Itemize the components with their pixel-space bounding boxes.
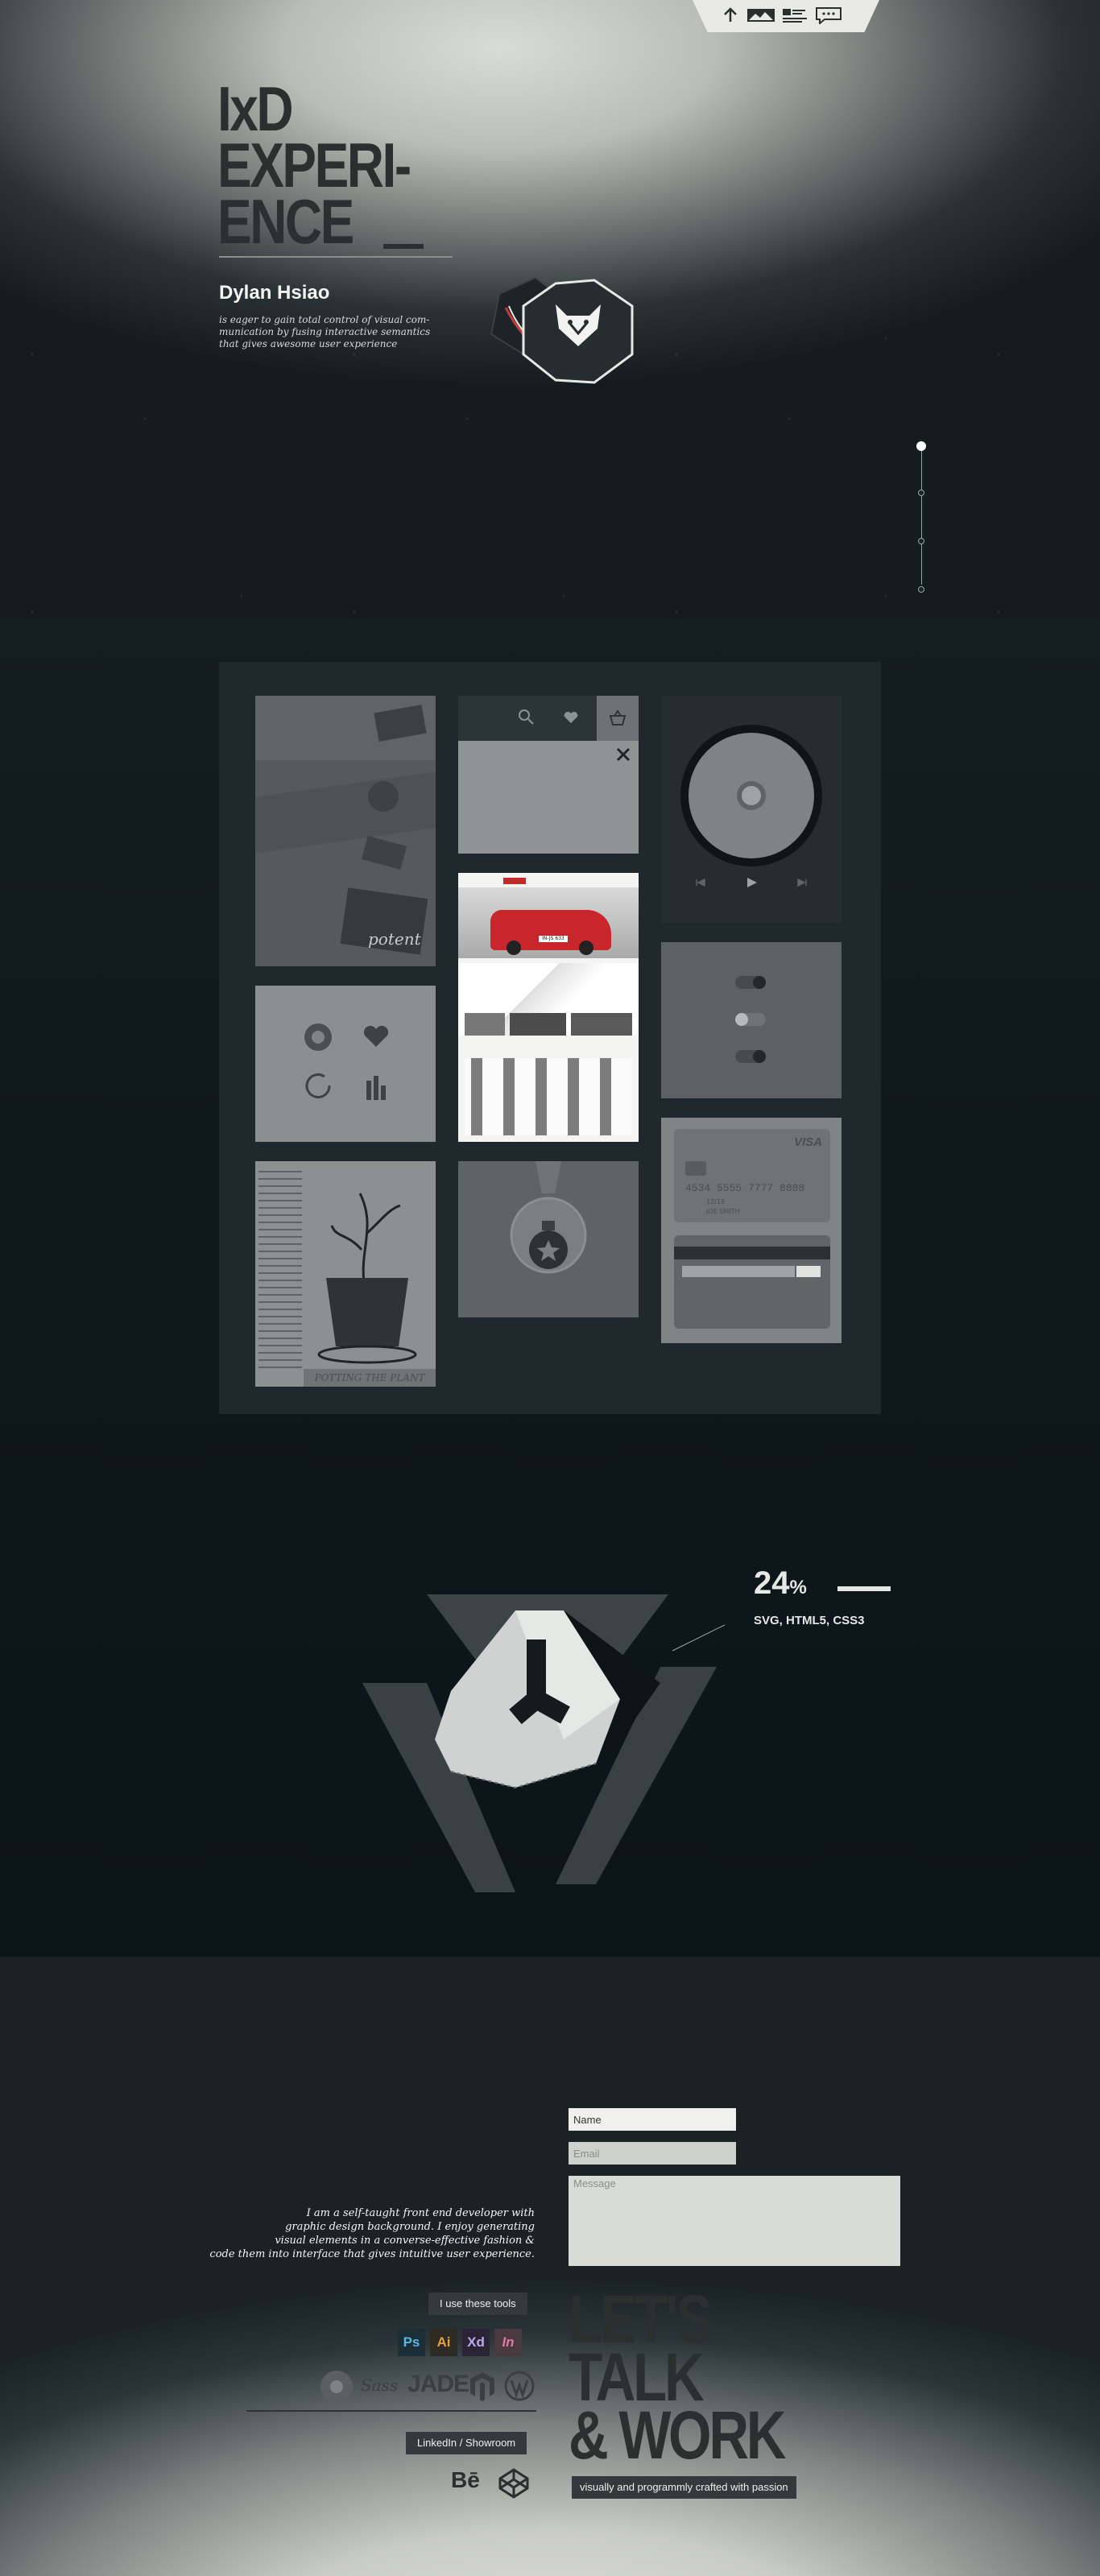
tools-divider: [246, 2410, 536, 2412]
keystone-icon[interactable]: [320, 2371, 353, 2403]
wordpress-icon[interactable]: [504, 2371, 535, 2401]
license-plate: IN-JS 633: [539, 936, 568, 942]
behance-icon[interactable]: Bē: [451, 2467, 480, 2493]
illustrator-icon[interactable]: Ai: [430, 2329, 457, 2356]
tech-stack-label: SVG, HTML5, CSS3: [754, 1614, 865, 1627]
top-nav: [693, 0, 879, 32]
cta-line: & WORK: [569, 2397, 787, 2473]
message-field[interactable]: [569, 2176, 900, 2266]
title-line: EXPERI-: [217, 130, 411, 201]
card-brand: VISA: [793, 1135, 822, 1149]
percent-stat: 24%: [754, 1565, 891, 1602]
indesign-icon[interactable]: In: [494, 2329, 522, 2356]
basket-icon: [609, 709, 627, 726]
percent-value: 24: [754, 1565, 790, 1601]
scroll-dot-4[interactable]: [918, 586, 924, 593]
percent-unit: %: [789, 1577, 807, 1598]
card-back: [674, 1235, 830, 1329]
title-underline: [219, 256, 453, 258]
magento-icon[interactable]: [469, 2371, 496, 2401]
search-icon: [519, 709, 534, 725]
card-valid: 12/18: [706, 1198, 726, 1205]
profile-card-icon[interactable]: [781, 6, 808, 24]
loading-icon: [305, 1073, 331, 1098]
showcase-grid: potent POTTING THE PLANT IN-JS 633 VISA …: [219, 662, 881, 1414]
title-line: IxD: [217, 73, 294, 144]
toggle-switch-2[interactable]: [735, 1013, 766, 1026]
chat-icon[interactable]: [815, 6, 842, 24]
cta-heading: LET'S TALK & WORK: [569, 2285, 787, 2473]
bio-text: I am a self-taught front end developer w…: [185, 2206, 535, 2261]
site-logo: [503, 878, 526, 884]
credit-card-tile[interactable]: VISA 4534 5555 7777 8888 12/18 JOE SMITH: [661, 1118, 842, 1343]
codepen-icon[interactable]: [498, 2467, 530, 2500]
magnetic-strip: [674, 1247, 830, 1259]
badge-tile[interactable]: [458, 1161, 639, 1317]
card-holder: JOE SMITH: [706, 1208, 740, 1215]
title-line: ENCE: [217, 186, 354, 257]
flower-pot: [326, 1278, 408, 1346]
photoshop-icon[interactable]: Ps: [398, 2329, 425, 2356]
website-mockup-tile[interactable]: IN-JS 633: [458, 873, 639, 1142]
scroll-indicator: [916, 441, 926, 594]
product-grid: [465, 1058, 632, 1135]
poster-tile[interactable]: potent: [255, 696, 436, 966]
arrow-up-icon[interactable]: [717, 6, 744, 24]
card-front: VISA 4534 5555 7777 8888 12/18 JOE SMITH: [674, 1129, 830, 1222]
author-tagline: is eager to gain total control of visual…: [219, 314, 431, 349]
record-icon: [304, 1023, 332, 1051]
hero-banner: IN-JS 633: [458, 887, 639, 958]
sass-icon[interactable]: Sass: [361, 2375, 398, 2395]
music-player-tile[interactable]: [661, 696, 842, 923]
plant-illustration: [330, 1193, 401, 1283]
bio-line: graphic design background. I enjoy gener…: [285, 2221, 535, 2233]
bar-chart-icon: [366, 1076, 386, 1100]
cart-button[interactable]: [597, 696, 639, 741]
card-chip: [685, 1161, 706, 1176]
poster-photo: [368, 781, 399, 812]
search-overlay-tile[interactable]: [458, 696, 639, 854]
heart-icon: [363, 1025, 389, 1047]
scroll-dot-3[interactable]: [918, 538, 924, 544]
toggle-switch-3[interactable]: [735, 1050, 766, 1063]
signature-strip: [682, 1266, 795, 1277]
page-title: IxD EXPERI- ENCE: [217, 73, 411, 257]
bio-line: code them into interface that gives intu…: [209, 2248, 535, 2260]
poster-photo: [361, 836, 407, 870]
bio-line: I am a self-taught front end developer w…: [306, 2207, 535, 2219]
contact-section: [0, 1957, 1100, 2576]
cta-subtitle: visually and programmly crafted with pas…: [572, 2476, 796, 2499]
poster-caption: POTTING THE PLANT: [304, 1369, 436, 1387]
name-field[interactable]: [569, 2108, 736, 2131]
icons-tile[interactable]: [255, 986, 436, 1142]
next-icon: [797, 878, 807, 887]
logo-badge[interactable]: [467, 274, 644, 403]
xd-icon[interactable]: Xd: [462, 2329, 490, 2356]
card-number: 4534 5555 7777 8888: [685, 1182, 805, 1194]
bio-line: visual elements in a converse-effective …: [275, 2235, 535, 2247]
gallery-icon[interactable]: [747, 6, 775, 24]
toggles-tile[interactable]: [661, 942, 842, 1098]
cvv-box: [796, 1266, 821, 1277]
email-field[interactable]: [569, 2142, 736, 2165]
heart-icon: [564, 711, 578, 723]
plant-poster-tile[interactable]: POTTING THE PLANT: [255, 1161, 436, 1387]
poster-text-column: [258, 1171, 302, 1372]
scroll-dot-1[interactable]: [916, 441, 926, 451]
scroll-dot-2[interactable]: [918, 490, 924, 496]
percent-bar: [837, 1586, 891, 1591]
links-label: LinkedIn / Showroom: [406, 2432, 527, 2454]
tools-label: I use these tools: [428, 2293, 527, 2315]
title-dash-decoration: [383, 244, 424, 249]
author-name: Dylan Hsiao: [219, 282, 330, 304]
vector-logo-illustration: [362, 1594, 725, 1892]
scroll-line: [921, 448, 922, 585]
previous-icon: [696, 878, 705, 887]
close-icon: [616, 747, 631, 762]
jade-icon[interactable]: JADE: [407, 2371, 469, 2398]
poster-label: potent: [368, 929, 421, 949]
play-icon: [747, 878, 757, 887]
toggle-switch-1[interactable]: [735, 976, 766, 989]
